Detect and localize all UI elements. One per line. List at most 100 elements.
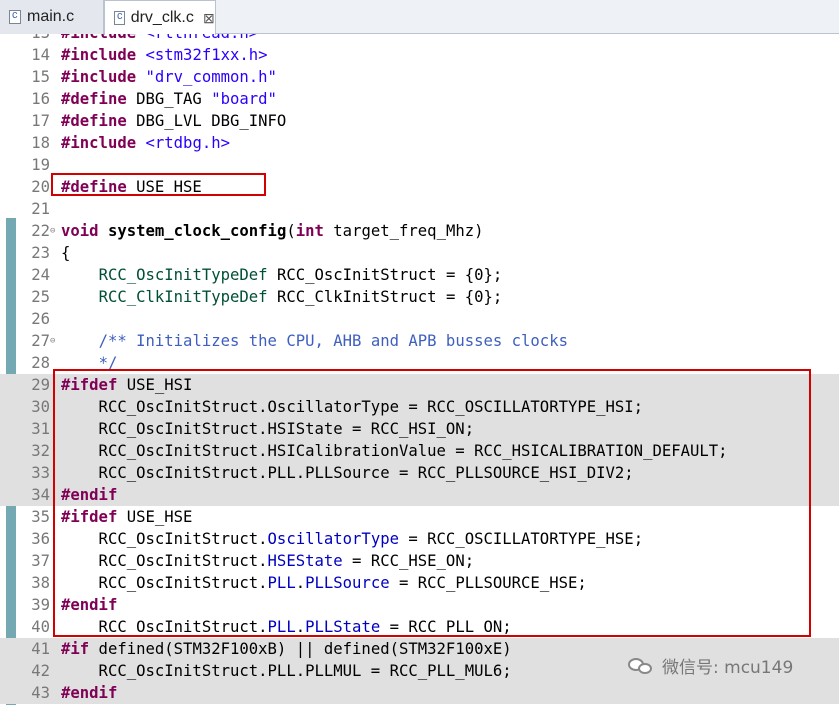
- code-token: PLL: [267, 574, 296, 592]
- code-text: #include "drv_common.h": [61, 66, 277, 88]
- tab-drv-clk-c[interactable]: drv_clk.c ⊠: [104, 0, 216, 35]
- fold-toggle-icon[interactable]: ⊖: [50, 220, 55, 242]
- code-line[interactable]: 26: [0, 308, 839, 330]
- code-line[interactable]: 17 #define DBG_LVL DBG_INFO: [0, 110, 839, 132]
- code-text: #include <stm32f1xx.h>: [61, 44, 268, 66]
- code-token: /** Initializes the CPU, AHB and APB bus…: [98, 332, 568, 350]
- code-token: RCC_OscInitStruct.HSICalibrationValue = …: [61, 442, 728, 460]
- code-token: USE_HSE: [117, 508, 193, 526]
- code-token: "board": [211, 90, 277, 108]
- code-token: */: [98, 354, 118, 372]
- line-number: 16: [31, 90, 50, 108]
- code-token: <rtthread.h>: [146, 34, 259, 42]
- code-text: #endif: [61, 484, 117, 506]
- code-text: RCC_OscInitStruct.HSEState = RCC_HSE_ON;: [61, 550, 475, 572]
- code-token: = RCC_OSCILLATORTYPE_HSE;: [398, 530, 644, 548]
- code-text: #endif: [61, 594, 117, 616]
- code-token: void: [61, 222, 99, 240]
- code-text: #include <rtdbg.h>: [61, 132, 230, 154]
- code-text: RCC_OscInitTypeDef RCC_OscInitStruct = {…: [61, 264, 503, 286]
- c-file-icon: [9, 9, 21, 24]
- code-token: int: [295, 222, 324, 240]
- code-line[interactable]: 30 RCC_OscInitStruct.OscillatorType = RC…: [0, 396, 839, 418]
- code-text: RCC_ClkInitTypeDef RCC_ClkInitStruct = {…: [61, 286, 503, 308]
- code-line[interactable]: 15 #include "drv_common.h": [0, 66, 839, 88]
- code-line[interactable]: 28 */: [0, 352, 839, 374]
- code-line[interactable]: 32 RCC_OscInitStruct.HSICalibrationValue…: [0, 440, 839, 462]
- line-number: 34: [31, 486, 50, 504]
- code-token: #include: [61, 46, 137, 64]
- line-number: 22: [31, 222, 50, 240]
- line-number: 28: [31, 354, 50, 372]
- code-line[interactable]: 40 RCC_OscInitStruct.PLL.PLLState = RCC_…: [0, 616, 839, 638]
- close-tab-icon[interactable]: ⊠: [203, 10, 215, 27]
- code-token: #include: [61, 134, 137, 152]
- code-line[interactable]: 24 RCC_OscInitTypeDef RCC_OscInitStruct …: [0, 264, 839, 286]
- watermark: 微信号: mcu149: [628, 653, 793, 678]
- tab-label: main.c: [27, 8, 75, 25]
- editor-tab-bar: main.c drv_clk.c ⊠: [0, 0, 839, 35]
- code-token: #endif: [61, 486, 118, 504]
- fold-toggle-icon[interactable]: ⊖: [50, 330, 55, 352]
- code-text: #endif: [61, 682, 117, 704]
- code-line[interactable]: 34 #endif: [0, 484, 839, 506]
- code-token: RCC_OscInitStruct.: [61, 618, 268, 636]
- line-number: 26: [31, 310, 50, 328]
- line-number: 40: [31, 618, 50, 636]
- code-token: {: [61, 244, 71, 262]
- code-line[interactable]: 35 #ifdef USE_HSE: [0, 506, 839, 528]
- code-line[interactable]: 19: [0, 154, 839, 176]
- line-number: 15: [31, 68, 50, 86]
- code-text: void system_clock_config(int target_freq…: [61, 220, 484, 242]
- code-token: #include: [61, 34, 136, 42]
- line-number: 17: [31, 112, 50, 130]
- code-line[interactable]: 14 #include <stm32f1xx.h>: [0, 44, 839, 66]
- line-number: 35: [31, 508, 50, 526]
- code-token: = RCC_PLLSOURCE_HSE;: [389, 574, 587, 592]
- watermark-text: 微信号: mcu149: [662, 658, 794, 678]
- code-line[interactable]: 29 #ifdef USE_HSI: [0, 374, 839, 396]
- code-line[interactable]: 37 RCC_OscInitStruct.HSEState = RCC_HSE_…: [0, 550, 839, 572]
- code-line[interactable]: 23 {: [0, 242, 839, 264]
- code-editor[interactable]: 13 #include <rtthread.h> 14 #include <stm32…: [0, 34, 839, 705]
- code-text: RCC_OscInitStruct.OscillatorType = RCC_O…: [61, 396, 644, 418]
- code-line[interactable]: 36 RCC_OscInitStruct.OscillatorType = RC…: [0, 528, 839, 550]
- code-line[interactable]: 39 #endif: [0, 594, 839, 616]
- code-token: RCC_ClkInitTypeDef: [98, 288, 268, 306]
- code-token: defined(STM32F100xB) || defined(STM32F10…: [89, 640, 512, 658]
- code-text: #include <rtthread.h>: [61, 34, 258, 44]
- tab-main-c[interactable]: main.c: [0, 0, 104, 34]
- code-line[interactable]: 33 RCC_OscInitStruct.PLL.PLLSource = RCC…: [0, 462, 839, 484]
- code-token: RCC_OscInitStruct.HSIState = RCC_HSI_ON;: [61, 420, 475, 438]
- code-text: RCC_OscInitStruct.PLL.PLLSource = RCC_PL…: [61, 462, 634, 484]
- code-token: #include: [61, 68, 137, 86]
- code-line[interactable]: 22 ⊖ void system_clock_config(int target_f…: [0, 220, 839, 242]
- code-line[interactable]: 20 #define USE_HSE: [0, 176, 839, 198]
- code-line[interactable]: 38 RCC_OscInitStruct.PLL.PLLSource = RCC…: [0, 572, 839, 594]
- code-line[interactable]: 43 #endif: [0, 682, 839, 704]
- line-number: 32: [31, 442, 50, 460]
- code-line[interactable]: 27 ⊖ /** Initializes the CPU, AHB and APB…: [0, 330, 839, 352]
- code-line[interactable]: 25 RCC_ClkInitTypeDef RCC_ClkInitStruct …: [0, 286, 839, 308]
- line-number: 29: [31, 376, 50, 394]
- code-text: RCC_OscInitStruct.PLL.PLLMUL = RCC_PLL_M…: [61, 660, 512, 682]
- code-token: USE_HSI: [117, 376, 193, 394]
- code-line[interactable]: 13 #include <rtthread.h>: [0, 34, 839, 44]
- code-token: #ifdef: [61, 508, 118, 526]
- code-line[interactable]: 21: [0, 198, 839, 220]
- code-token: #endif: [61, 684, 118, 702]
- code-token: = RCC_PLL_ON;: [380, 618, 512, 636]
- line-number: 41: [31, 640, 50, 658]
- code-token: .: [295, 618, 306, 636]
- code-line[interactable]: 18 #include <rtdbg.h>: [0, 132, 839, 154]
- code-line[interactable]: 31 RCC_OscInitStruct.HSIState = RCC_HSI_…: [0, 418, 839, 440]
- line-number: 37: [31, 552, 50, 570]
- line-number: 36: [31, 530, 50, 548]
- code-line[interactable]: 16 #define DBG_TAG "board": [0, 88, 839, 110]
- code-text: */: [61, 352, 118, 374]
- code-token: USE_HSE: [126, 178, 202, 196]
